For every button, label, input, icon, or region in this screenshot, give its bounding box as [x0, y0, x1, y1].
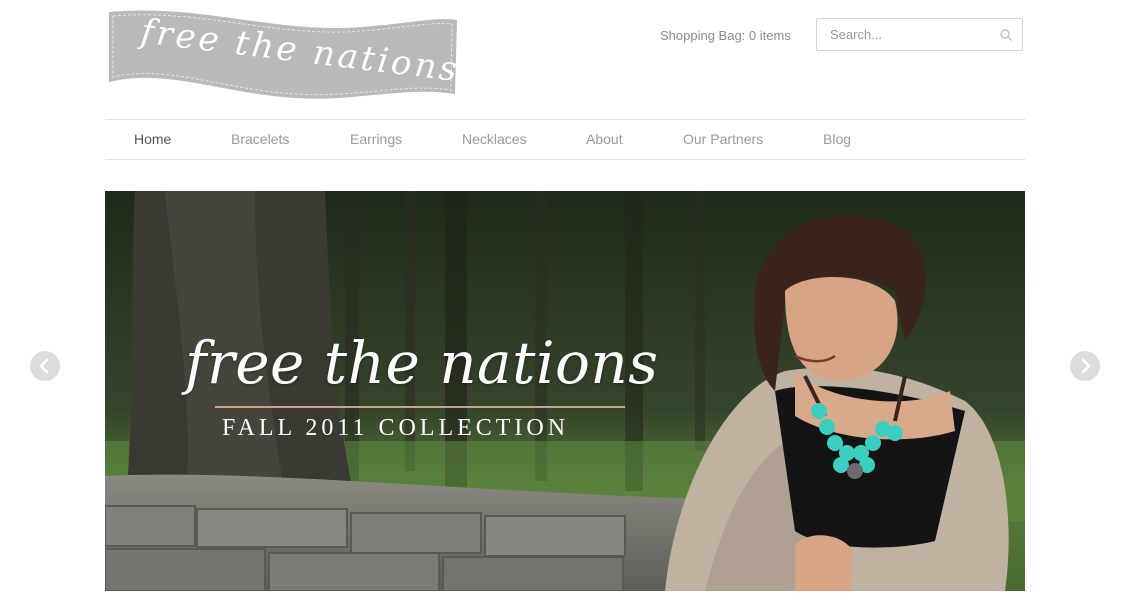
site-logo[interactable]: free the nations [105, 8, 461, 100]
hero-subtitle: FALL 2011 COLLECTION [222, 415, 570, 441]
chevron-right-icon [1081, 358, 1091, 374]
chevron-left-icon [39, 358, 49, 374]
nav-item-home[interactable]: Home [134, 131, 171, 147]
search-input[interactable] [830, 19, 1000, 50]
hero-title: free the nations [185, 329, 659, 397]
search-box [816, 18, 1023, 51]
nav-item-blog[interactable]: Blog [823, 131, 851, 147]
main-nav: Home Bracelets Earrings Necklaces About … [105, 119, 1025, 160]
nav-item-about[interactable]: About [586, 131, 623, 147]
search-icon[interactable] [999, 28, 1013, 42]
nav-item-earrings[interactable]: Earrings [350, 131, 402, 147]
hero-divider [215, 406, 625, 408]
nav-item-necklaces[interactable]: Necklaces [462, 131, 527, 147]
carousel-prev-button[interactable] [30, 351, 60, 381]
carousel-next-button[interactable] [1070, 351, 1100, 381]
hero-banner[interactable]: free the nations FALL 2011 COLLECTION [105, 191, 1025, 591]
shopping-bag-link[interactable]: Shopping Bag: 0 items [660, 28, 791, 43]
nav-item-bracelets[interactable]: Bracelets [231, 131, 289, 147]
nav-item-our-partners[interactable]: Our Partners [683, 131, 763, 147]
